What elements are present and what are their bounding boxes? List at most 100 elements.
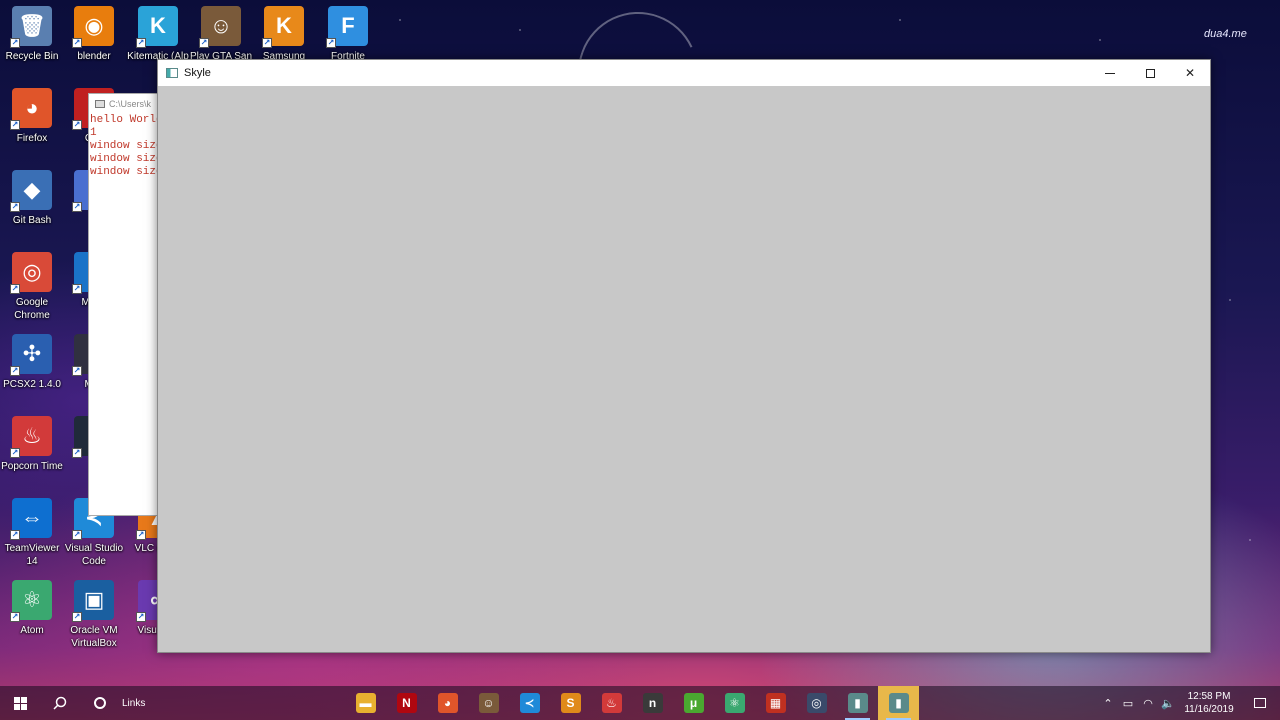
taskbar: Links ▬ N ◕ ☺ ≺ S ♨ n μ ⚛ ▦ ◎ ▮ ▮ ⌃ ▭ ◠ 🔈 12:58 PM 11…: [0, 686, 1280, 720]
chrome-icon: ◎ ↗: [10, 252, 52, 294]
icon-symbol: ◆: [23, 177, 41, 202]
icon-symbol: 🗑: [18, 13, 46, 38]
windows-logo-icon: [13, 696, 27, 710]
taskbar-app-button[interactable]: μ: [673, 686, 714, 720]
console-line: window size: [90, 140, 163, 152]
icon-symbol: μ: [689, 696, 698, 710]
taskbar-clock[interactable]: 12:58 PM 11/16/2019: [1178, 690, 1240, 716]
shortcut-arrow-icon: ↗: [199, 38, 209, 48]
shortcut-arrow-icon: ↗: [326, 38, 336, 48]
microsoft-store-icon: ▦: [765, 693, 786, 713]
taskbar-app-button[interactable]: ◕: [427, 686, 468, 720]
icon-symbol: ◎: [811, 696, 822, 710]
icon-symbol: ▮: [854, 696, 861, 710]
icon-symbol: ♨: [606, 696, 617, 710]
fortnite-icon: F ↗: [326, 6, 368, 48]
icon-symbol: ◕: [25, 95, 39, 120]
window-title: Skyle: [184, 67, 211, 79]
shortcut-arrow-icon: ↗: [72, 202, 82, 212]
desktop-icon[interactable]: ◕ ↗ Firefox: [0, 88, 64, 145]
icon-symbol: ▦: [769, 696, 782, 710]
taskbar-app-button[interactable]: n: [632, 686, 673, 720]
desktop-icon[interactable]: ☺ ↗ Play GTA San: [189, 6, 253, 63]
icon-symbol: ⚛: [729, 696, 740, 710]
skyle-window-active-icon: ▮: [888, 693, 909, 713]
clock-date: 11/16/2019: [1184, 704, 1234, 715]
recycle-bin-icon: 🗑 ↗: [10, 6, 52, 48]
kitematic-icon: K ↗: [136, 6, 178, 48]
shortcut-arrow-icon: ↗: [10, 38, 20, 48]
taskbar-app-button[interactable]: ▮: [878, 686, 919, 720]
icon-symbol: F: [341, 13, 355, 38]
davinci-resolve-icon: ◎: [806, 693, 827, 713]
wallpaper-watermark: dua4.me: [1204, 28, 1247, 40]
taskbar-pinned-apps: ▬ N ◕ ☺ ≺ S ♨ n μ ⚛ ▦ ◎ ▮ ▮: [345, 686, 919, 720]
minimize-button[interactable]: [1090, 60, 1130, 86]
taskbar-app-button[interactable]: ♨: [591, 686, 632, 720]
maximize-button[interactable]: [1130, 60, 1170, 86]
shortcut-arrow-icon: ↗: [10, 530, 20, 540]
search-button[interactable]: [40, 686, 80, 720]
desktop-icon[interactable]: ⚛ ↗ Atom: [0, 580, 64, 637]
skyle-window-icon: ▮: [847, 693, 868, 713]
taskbar-app-button[interactable]: ☺: [468, 686, 509, 720]
taskbar-app-button[interactable]: ▦: [755, 686, 796, 720]
desktop-icon[interactable]: ▣ ↗ Oracle VM VirtualBox: [62, 580, 126, 650]
wifi-icon[interactable]: ◠: [1138, 697, 1158, 710]
desktop-icon[interactable]: F ↗ Fortnite: [316, 6, 380, 63]
start-button[interactable]: [0, 686, 40, 720]
desktop-icon-label: Git Bash: [12, 215, 52, 226]
minimize-icon: [1105, 72, 1115, 74]
action-center-button[interactable]: [1240, 698, 1280, 708]
desktop-icon[interactable]: K ↗ Kitematic (Alp: [126, 6, 190, 63]
taskbar-app-button[interactable]: ◎: [796, 686, 837, 720]
volume-icon[interactable]: 🔈: [1158, 697, 1178, 710]
desktop-icon[interactable]: 🗑 ↗ Recycle Bin: [0, 6, 64, 63]
taskbar-app-button[interactable]: ▬: [345, 686, 386, 720]
desktop-icon-label: Recycle Bin: [5, 51, 59, 62]
shortcut-arrow-icon: ↗: [136, 530, 146, 540]
desktop-icon[interactable]: ♨ ↗ Popcorn Time: [0, 416, 64, 473]
console-window[interactable]: C:\Users\k hello World! 1 window size wi…: [88, 93, 168, 516]
desktop-icon[interactable]: ◎ ↗ Google Chrome: [0, 252, 64, 322]
skyle-titlebar[interactable]: Skyle ✕: [158, 60, 1210, 86]
shortcut-arrow-icon: ↗: [10, 612, 20, 622]
console-line: hello World!: [90, 114, 168, 126]
battery-icon[interactable]: ▭: [1118, 697, 1138, 710]
shortcut-arrow-icon: ↗: [72, 38, 82, 48]
console-titlebar[interactable]: C:\Users\k: [89, 94, 167, 114]
desktop-icon-label: TeamViewer 14: [4, 543, 60, 567]
taskbar-app-button[interactable]: N: [386, 686, 427, 720]
desktop-icon[interactable]: ⇔ ↗ TeamViewer 14: [0, 498, 64, 568]
shortcut-arrow-icon: ↗: [72, 120, 82, 130]
icon-symbol: S: [566, 696, 575, 710]
icon-symbol: ⇔: [21, 505, 43, 530]
desktop-icon[interactable]: ◉ ↗ blender: [62, 6, 126, 63]
vscode-icon: ≺: [519, 693, 540, 713]
icon-symbol: ◕: [443, 696, 452, 710]
skyle-canvas[interactable]: [158, 86, 1210, 652]
desktop-icon[interactable]: ✣ ↗ PCSX2 1.4.0: [0, 334, 64, 391]
icon-symbol: ☺: [209, 13, 233, 38]
icon-symbol: ▬: [359, 696, 372, 710]
firefox-icon: ◕ ↗: [10, 88, 52, 130]
icon-symbol: ≺: [524, 696, 535, 710]
taskbar-app-button[interactable]: ▮: [837, 686, 878, 720]
icon-symbol: ♨: [22, 423, 42, 448]
gta-icon: ☺ ↗: [199, 6, 241, 48]
desktop-icon[interactable]: ◆ ↗ Git Bash: [0, 170, 64, 227]
taskbar-app-button[interactable]: ≺: [509, 686, 550, 720]
icon-symbol: ▮: [895, 696, 902, 710]
close-button[interactable]: ✕: [1170, 60, 1210, 86]
taskbar-app-button[interactable]: S: [550, 686, 591, 720]
links-toolbar[interactable]: Links: [122, 698, 145, 709]
taskbar-app-button[interactable]: ⚛: [714, 686, 755, 720]
chevron-up-icon[interactable]: ⌃: [1098, 697, 1118, 710]
cortana-icon: [94, 697, 106, 709]
desktop-icon-label: Visual Studio Code: [64, 543, 124, 567]
cortana-button[interactable]: [80, 686, 120, 720]
atom-icon: ⚛ ↗: [10, 580, 52, 622]
firefox-icon: ◕: [437, 693, 458, 713]
skyle-app-icon: [166, 68, 178, 78]
notification-icon: [1254, 698, 1266, 708]
